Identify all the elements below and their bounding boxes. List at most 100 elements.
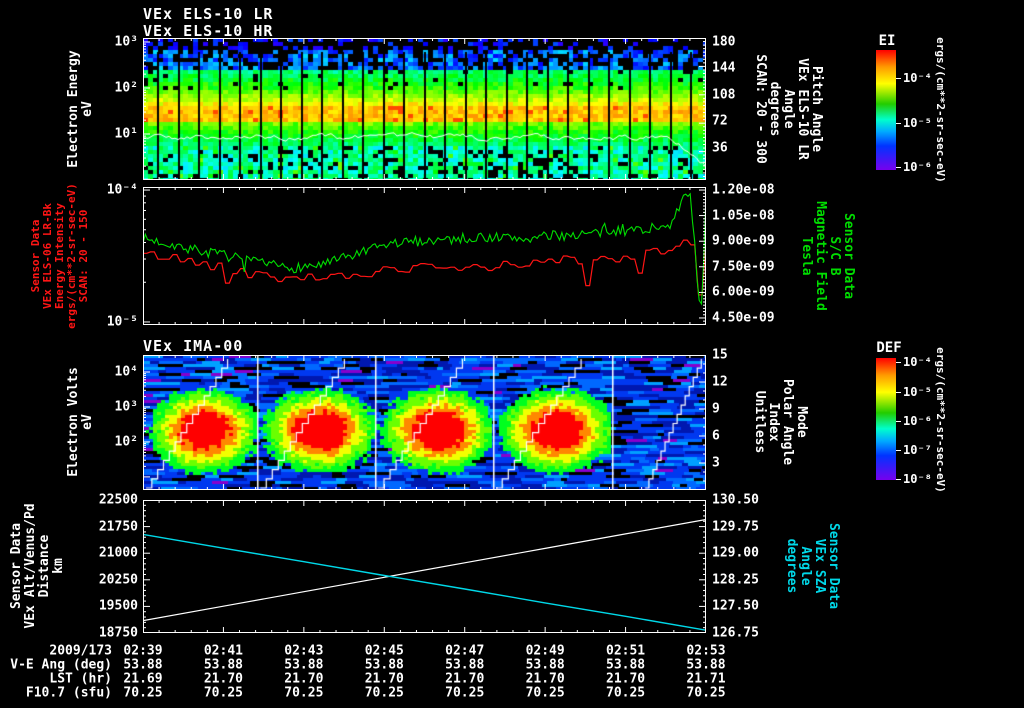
right-axis-tick-label: 144 [712, 60, 736, 76]
colorbar-tick-mark [896, 362, 901, 363]
intensity-line-red [143, 239, 706, 296]
page-title-els-lr: VEx ELS-10 LR [143, 5, 274, 23]
y-axis-tick-label: 10³ [114, 34, 138, 50]
right-axis-tick-label: 6.00e-09 [712, 284, 775, 300]
time-tick-label: 02:47 [445, 643, 485, 659]
els-spectrogram-image [143, 38, 706, 180]
y-axis-tick-label: 10¹ [114, 126, 138, 142]
right-axis-tick-label: 129.00 [712, 545, 759, 561]
row-value: 70.25 [284, 685, 324, 701]
row-value: 21.70 [605, 671, 646, 687]
ima-colorbar [876, 358, 896, 480]
right-axis-tick-label: 36 [712, 140, 728, 156]
row-value: 53.88 [203, 657, 243, 673]
right-axis-tick-label: 1.05e-08 [712, 208, 775, 224]
ima-spectrogram-panel [143, 355, 706, 490]
traj-left-axis-label: Sensor Data VEx Alt/Venus/Pd Distance km [9, 503, 66, 629]
colorbar-tick-label: 10⁻⁵ [903, 385, 932, 399]
row-value: 53.88 [686, 657, 726, 673]
right-axis-tick-label: 72 [712, 113, 728, 129]
y-axis-tick-label: 21000 [98, 545, 138, 561]
els-left-axis-label: Electron Energy eV [66, 50, 95, 168]
row-value: 53.88 [445, 657, 485, 673]
row-value: 70.25 [445, 685, 485, 701]
vex-summary-plot: VEx ELS-10 LR VEx ELS-10 HR VEx IMA-00 E… [0, 0, 1024, 708]
y-axis-tick-label: 10³ [114, 399, 138, 415]
colorbar-tick-mark [896, 479, 901, 480]
colorbar-tick-mark [896, 421, 901, 422]
right-axis-tick-label: 15 [712, 347, 728, 363]
time-tick-label: 02:49 [525, 643, 565, 659]
right-axis-tick-label: 9 [712, 401, 720, 417]
trajectory-lines [143, 518, 706, 631]
y-axis-tick-label: 19500 [98, 598, 138, 614]
y-axis-tick-label: 10² [114, 434, 138, 450]
row-value: 53.88 [123, 657, 163, 673]
els-spectrogram-panel [143, 38, 706, 180]
colorbar-tick-label: 10⁻⁶ [903, 414, 932, 428]
colorbar-tick-mark [896, 78, 901, 79]
row-label: F10.7 (sfu) [25, 685, 112, 701]
colorbar-tick-mark [896, 167, 901, 168]
ima-colorbar-units: ergs/(cm**2-sr-sec-eV) [934, 347, 947, 493]
right-axis-tick-label: 6 [712, 428, 720, 444]
right-axis-tick-label: 126.75 [712, 625, 759, 641]
trajectory-panel [143, 500, 706, 633]
right-axis-tick-label: 129.75 [712, 519, 759, 535]
time-tick-label: 02:51 [605, 643, 646, 659]
magnetic-field-line-green [143, 192, 706, 306]
date-label: 2009/173 [49, 643, 112, 659]
colorbar-tick-label: 10⁻⁷ [903, 443, 932, 457]
time-tick-label: 02:53 [686, 643, 726, 659]
colorbar-tick-label: 10⁻⁵ [903, 116, 932, 130]
row-value: 21.70 [364, 671, 404, 687]
ima-right-axis-label: Mode Polar Angle Index Unitless [752, 378, 809, 466]
colorbar-tick-mark [896, 392, 901, 393]
y-axis-tick-label: 10⁴ [114, 364, 138, 380]
time-tick-label: 02:43 [284, 643, 324, 659]
row-value: 70.25 [525, 685, 565, 701]
ima-spectrogram-image [143, 355, 706, 490]
row-value: 21.70 [203, 671, 243, 687]
row-value: 21.69 [123, 671, 163, 687]
row-value: 53.88 [605, 657, 646, 673]
colorbar-tick-label: 10⁻⁴ [903, 355, 932, 369]
row-value: 70.25 [605, 685, 646, 701]
colorbar-tick-label: 10⁻⁸ [903, 472, 932, 486]
colorbar-tick-label: 10⁻⁶ [903, 160, 932, 174]
colorbar-title-ei: EI [878, 33, 896, 49]
y-axis-tick-label: 18750 [98, 625, 138, 641]
row-value: 53.88 [525, 657, 565, 673]
y-axis-tick-label: 10⁻⁵ [106, 314, 138, 330]
ima-left-axis-label: Electron Volts eV [66, 367, 95, 477]
row-value: 70.25 [364, 685, 404, 701]
row-label: LST (hr) [49, 671, 112, 687]
row-value: 53.88 [364, 657, 404, 673]
time-tick-label: 02:41 [203, 643, 243, 659]
right-axis-tick-label: 9.00e-09 [712, 233, 775, 249]
colorbar-title-def: DEF [876, 340, 902, 356]
y-axis-tick-label: 10² [114, 80, 138, 96]
y-axis-tick-label: 10⁻⁴ [106, 182, 138, 198]
row-value: 21.70 [525, 671, 565, 687]
mag-right-axis-label: Sensor Data S/C B Magnetic Field Tesla [799, 201, 856, 311]
colorbar-tick-label: 10⁻⁴ [903, 71, 932, 85]
sza-line [143, 533, 706, 631]
colorbar-tick-mark [896, 450, 901, 451]
time-tick-label: 02:45 [364, 643, 404, 659]
right-axis-tick-label: 128.25 [712, 572, 759, 588]
colorbar-tick-mark [896, 123, 901, 124]
time-tick-label: 02:39 [123, 643, 163, 659]
row-value: 70.25 [203, 685, 243, 701]
els-right-axis-label: Pitch Angle VEx ELS-10 LR Angle degrees SCAN… [753, 54, 824, 164]
right-axis-tick-label: 3 [712, 455, 720, 471]
els-colorbar [876, 50, 896, 170]
mag-left-axis-label: Sensor Data VEx ELS-06 LR-Bk Energy Intens… [29, 183, 90, 329]
magnetic-field-panel [143, 187, 706, 325]
traj-right-axis-label: Sensor Data VEx SZA Angle degrees [784, 522, 841, 610]
row-value: 70.25 [686, 685, 726, 701]
right-axis-tick-label: 180 [712, 34, 736, 50]
right-axis-tick-label: 127.50 [712, 598, 759, 614]
row-value: 21.71 [686, 671, 726, 687]
row-value: 70.25 [123, 685, 163, 701]
